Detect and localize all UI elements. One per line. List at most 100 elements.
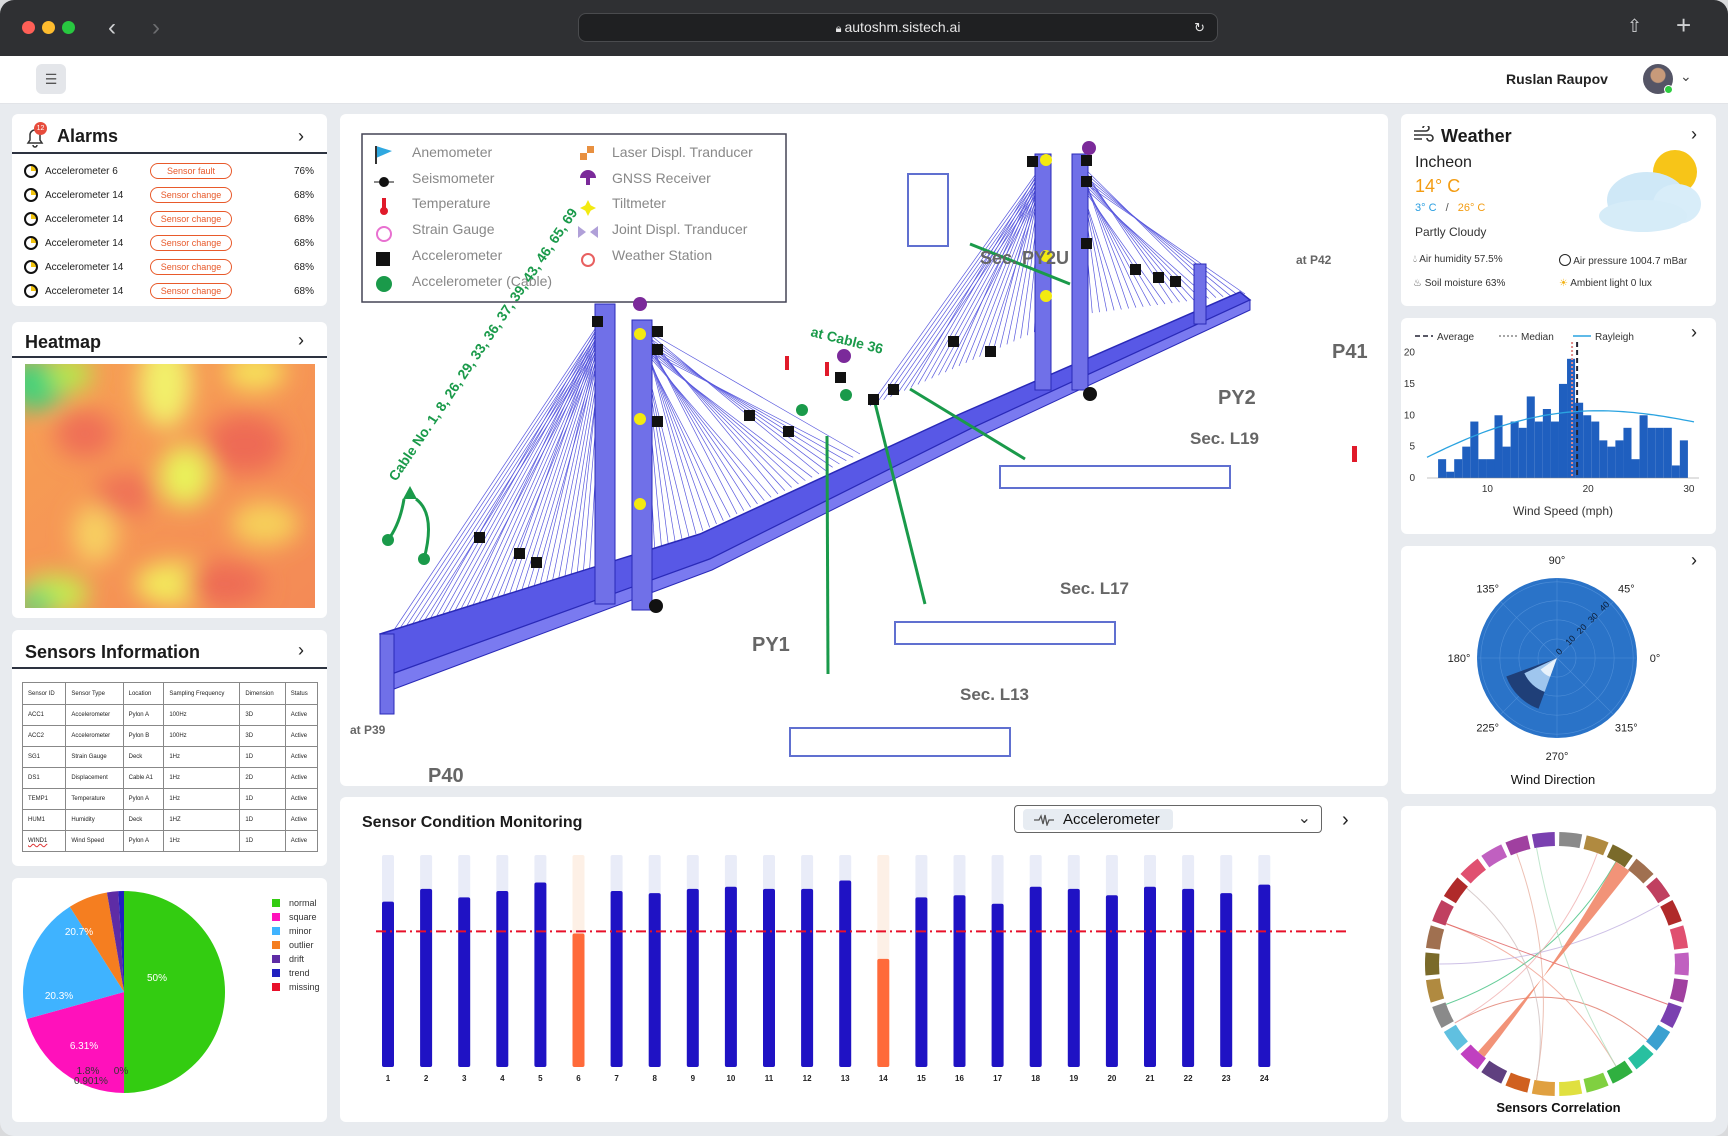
histogram-bar — [1591, 421, 1600, 478]
wind-speed-open-chevron-icon[interactable]: › — [1691, 322, 1697, 343]
table-row[interactable]: TEMP1 Temperature Pylon A 1Hz 1D Active — [21, 788, 319, 810]
sensor-bar[interactable] — [801, 888, 814, 1067]
pylon-py2-right — [1071, 153, 1089, 391]
alarm-row[interactable]: Accelerometer 14 Sensor change 68% — [22, 282, 322, 302]
weather-title: Weather — [1441, 126, 1512, 146]
sensor-bar[interactable] — [572, 933, 585, 1067]
chord-segment[interactable] — [1505, 1072, 1531, 1093]
chord-segment[interactable] — [1481, 844, 1508, 868]
chord-segment[interactable] — [1646, 1024, 1671, 1051]
chord-segment[interactable] — [1660, 900, 1682, 926]
address-bar[interactable]: 🔒︎ autoshm.sistech.ai ↻ — [578, 13, 1218, 42]
sensors-info-open-chevron-icon[interactable]: › — [298, 640, 304, 661]
bar-label: 10 — [726, 1074, 735, 1083]
table-row[interactable]: ACC1 Accelerometer Pylon A 100Hz 3D Active — [21, 704, 319, 726]
back-icon[interactable]: ‹ — [108, 14, 116, 42]
alarm-row[interactable]: Accelerometer 14 Sensor change 68% — [22, 234, 322, 254]
weather-city: Incheon — [1415, 154, 1472, 171]
sensor-bar[interactable] — [458, 897, 471, 1067]
chord-segment[interactable] — [1443, 1024, 1468, 1051]
sensor-bar[interactable] — [839, 880, 852, 1067]
chord-segment[interactable] — [1606, 844, 1633, 868]
chord-segment[interactable] — [1425, 978, 1445, 1003]
reload-icon[interactable]: ↻ — [1194, 14, 1205, 41]
chord-segment[interactable] — [1606, 1060, 1633, 1084]
sensor-bar[interactable] — [1182, 888, 1195, 1067]
chord-segment[interactable] — [1559, 1079, 1583, 1096]
minimize-window-button[interactable] — [42, 21, 55, 34]
soil-moisture: ♨ Soil moisture 63% — [1413, 278, 1506, 289]
share-icon[interactable]: ⇧ — [1627, 16, 1642, 37]
chord-segment[interactable] — [1432, 1002, 1454, 1028]
chord-segment[interactable] — [1674, 952, 1689, 976]
close-window-button[interactable] — [22, 21, 35, 34]
wind-direction-open-chevron-icon[interactable]: › — [1691, 550, 1697, 571]
chord-segment[interactable] — [1646, 877, 1671, 904]
url-text: autoshm.sistech.ai — [844, 19, 961, 35]
chord-segment[interactable] — [1583, 835, 1609, 856]
table-row[interactable]: SG1 Strain Gauge Deck 1Hz 1D Active — [21, 746, 319, 768]
chord-segment[interactable] — [1660, 1002, 1682, 1028]
alarm-row[interactable]: Accelerometer 14 Sensor change 68% — [22, 210, 322, 230]
sensor-bar[interactable] — [648, 893, 661, 1067]
zoom-window-button[interactable] — [62, 21, 75, 34]
table-row[interactable]: ACC2 Accelerometer Pylon B 100Hz 3D Active — [21, 725, 319, 747]
sensor-bar[interactable] — [420, 888, 433, 1067]
sensor-bar[interactable] — [686, 888, 699, 1067]
label-p41: P41 — [1332, 341, 1368, 363]
column-header: Sensor ID — [21, 682, 67, 705]
sensor-bar[interactable] — [1105, 895, 1118, 1067]
chord-segment[interactable] — [1432, 900, 1454, 926]
chord-segment[interactable] — [1583, 1072, 1609, 1093]
sensor-bar[interactable] — [382, 901, 394, 1067]
alarms-open-chevron-icon[interactable]: › — [298, 126, 304, 147]
alarm-row[interactable]: Accelerometer 14 Sensor change 68% — [22, 258, 322, 278]
angle-label: 180° — [1448, 653, 1471, 665]
menu-button[interactable]: ☰ — [36, 64, 66, 94]
sensor-bar[interactable] — [1144, 886, 1156, 1067]
chord-segment[interactable] — [1628, 1044, 1654, 1070]
table-row[interactable]: WIND1 Wind Speed Pylon A 1Hz 1D Active — [21, 830, 319, 852]
chord-segment[interactable] — [1669, 978, 1689, 1003]
chord-segment[interactable] — [1531, 1079, 1555, 1096]
sensor-bar[interactable] — [763, 888, 775, 1067]
weather-card: Weather › Incheon 14° C 3° C / 26° C Par… — [1401, 114, 1716, 306]
sensor-bar[interactable] — [1220, 893, 1233, 1067]
sensor-bar[interactable] — [1258, 884, 1271, 1067]
forward-icon[interactable]: › — [152, 14, 160, 42]
wind-speed-card: › 0 5 10 15 20 10 20 30 Average Median Rayleigh Win… — [1401, 318, 1716, 534]
chord-segment[interactable] — [1443, 877, 1468, 904]
alarms-count-badge: 12 — [34, 122, 47, 135]
sensor-bar[interactable] — [724, 886, 737, 1067]
chord-segment[interactable] — [1425, 952, 1440, 976]
sensor-bar[interactable] — [610, 891, 623, 1067]
new-tab-icon[interactable]: + — [1676, 10, 1691, 41]
chord-segment[interactable] — [1460, 858, 1486, 884]
sensor-bar[interactable] — [877, 958, 890, 1067]
chord-segment[interactable] — [1481, 1060, 1508, 1084]
table-row[interactable]: HUM1 Humidity Deck 1HZ 1D Active — [21, 809, 319, 831]
chord-segment[interactable] — [1559, 832, 1583, 849]
bar-label: 19 — [1069, 1074, 1078, 1083]
histogram-bar — [1494, 415, 1503, 478]
chevron-down-icon[interactable]: ⌄ — [1680, 68, 1692, 85]
sensor-bar[interactable] — [991, 903, 1004, 1067]
pie-slice[interactable] — [124, 891, 226, 1093]
sensor-bar[interactable] — [1067, 888, 1080, 1067]
sensor-bar[interactable] — [915, 897, 928, 1067]
chord-segment[interactable] — [1628, 858, 1654, 884]
alarm-row[interactable]: Accelerometer 6 Sensor fault 76% — [22, 162, 322, 182]
heatmap-open-chevron-icon[interactable]: › — [298, 330, 304, 351]
sensor-bar[interactable] — [496, 891, 509, 1067]
sensor-bar[interactable] — [1029, 886, 1042, 1067]
sensor-bar[interactable] — [953, 895, 966, 1067]
sensor-bar[interactable] — [534, 882, 547, 1067]
chord-segment[interactable] — [1669, 925, 1689, 950]
weather-open-chevron-icon[interactable]: › — [1691, 124, 1697, 145]
chord-segment[interactable] — [1425, 925, 1445, 950]
chord-segment[interactable] — [1531, 832, 1555, 849]
chord-segment[interactable] — [1505, 835, 1531, 856]
legend-label: square — [289, 912, 317, 922]
alarm-row[interactable]: Accelerometer 14 Sensor change 68% — [22, 186, 322, 206]
table-row[interactable]: DS1 Displacement Cable A1 1Hz 2D Active — [21, 767, 319, 789]
